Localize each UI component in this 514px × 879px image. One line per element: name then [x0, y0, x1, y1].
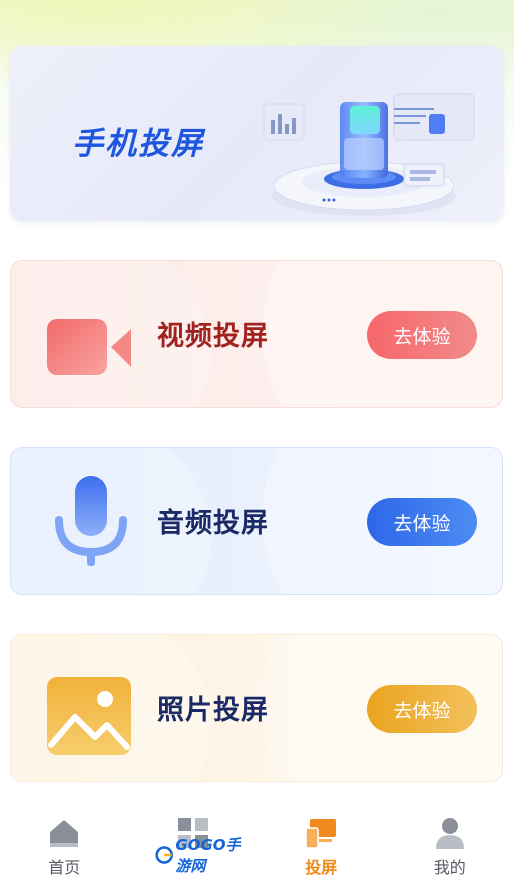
tab-label: 首页	[48, 858, 81, 877]
hero-banner[interactable]: 手机投屏	[10, 46, 504, 221]
microphone-icon	[55, 476, 127, 566]
video-screencast-card[interactable]: 视频投屏 去体验	[10, 260, 503, 408]
watermark-icon	[155, 846, 173, 864]
tab-profile[interactable]: 我的	[386, 806, 514, 879]
screencast-icon	[305, 819, 337, 849]
try-button-video[interactable]: 去体验	[367, 311, 477, 359]
banner-title: 手机投屏	[72, 126, 204, 162]
photo-screencast-card[interactable]: 照片投屏 去体验	[10, 634, 503, 782]
audio-screencast-card[interactable]: 音频投屏 去体验	[10, 447, 503, 595]
card-label: 视频投屏	[157, 321, 269, 352]
watermark-logo: GOGO手游网	[155, 836, 255, 875]
profile-icon	[435, 818, 464, 849]
tab-label: 我的	[433, 858, 466, 877]
card-label: 音频投屏	[157, 508, 269, 539]
tab-label: 投屏	[305, 858, 338, 877]
try-button-photo[interactable]: 去体验	[367, 685, 477, 733]
screencast-illustration	[263, 93, 475, 216]
home-icon	[50, 820, 79, 847]
photo-icon	[47, 677, 131, 755]
watermark-text: GOGO手游网	[175, 836, 241, 875]
tab-screencast[interactable]: 投屏	[257, 806, 386, 879]
bottom-tab-bar: 首页 投屏 我的	[0, 806, 514, 879]
try-button-audio[interactable]: 去体验	[367, 498, 477, 546]
video-camera-icon	[47, 319, 131, 375]
card-label: 照片投屏	[157, 695, 269, 726]
tab-home[interactable]: 首页	[0, 806, 129, 879]
